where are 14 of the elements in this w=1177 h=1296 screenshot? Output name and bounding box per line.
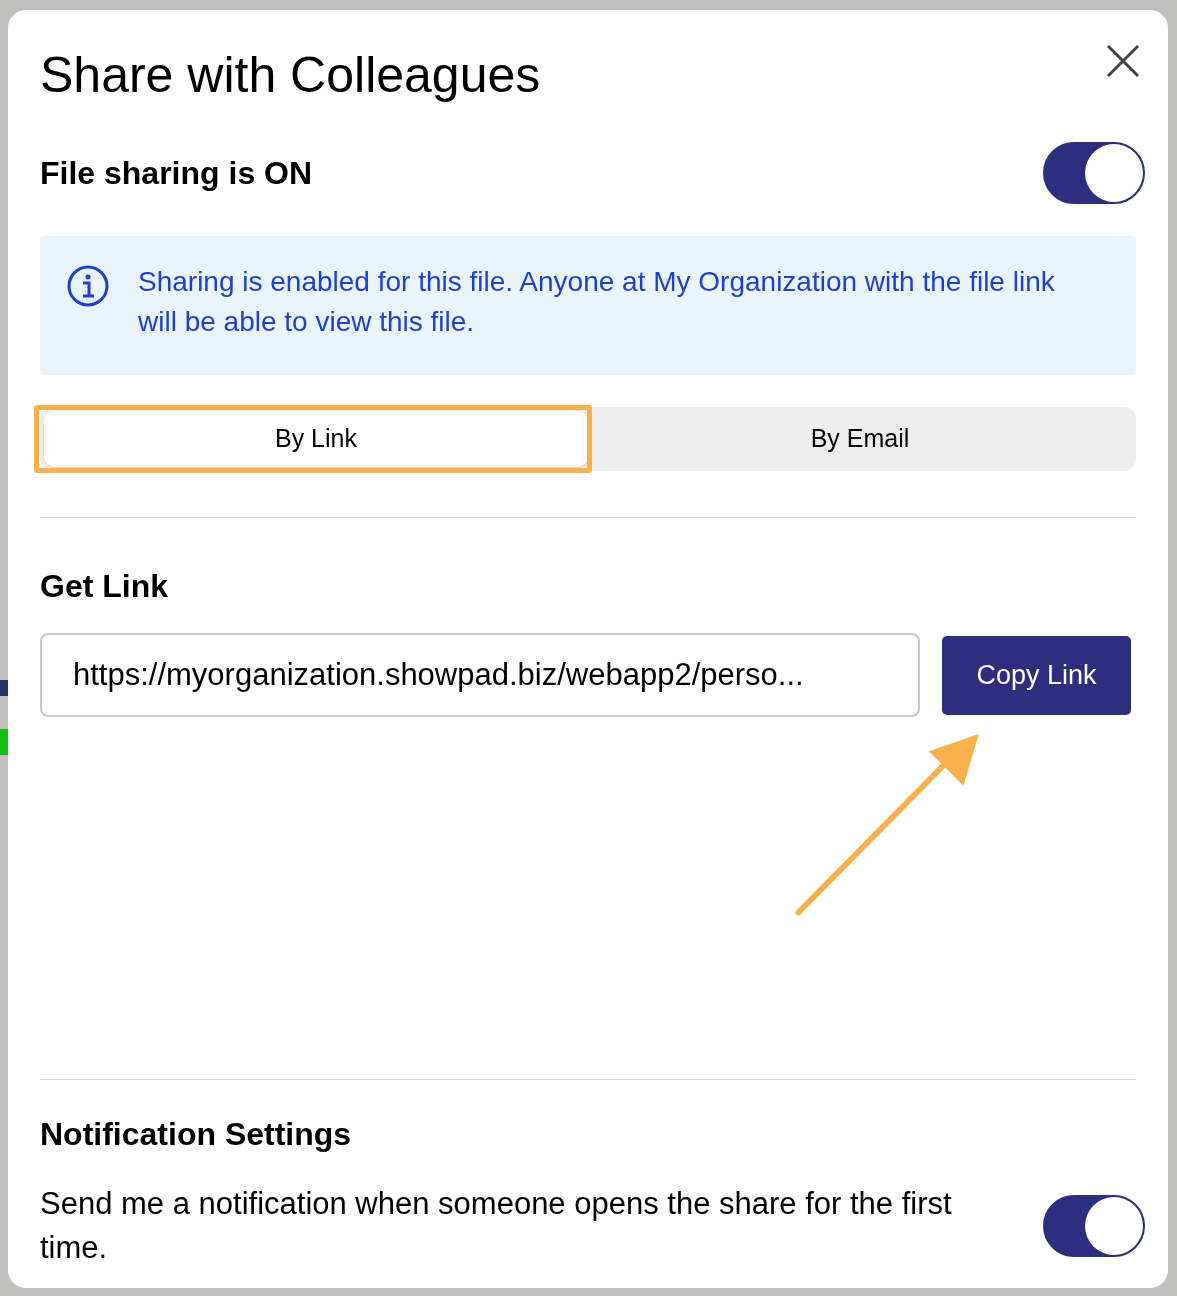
notification-text: Send me a notification when someone opens the share for the first time. <box>40 1185 953 1267</box>
dialog-title: Share with Colleagues <box>40 46 541 105</box>
section-heading: Notification Settings <box>40 1115 353 1154</box>
sharing-label: File sharing is ON <box>40 154 313 193</box>
backdrop-bar <box>0 729 8 755</box>
copy-link-button[interactable]: Copy Link <box>942 635 1131 715</box>
info-icon <box>66 264 110 308</box>
backdrop-bar <box>0 680 8 696</box>
section-heading: Get Link <box>40 567 169 606</box>
tab[interactable]: By Link <box>44 411 588 467</box>
tab[interactable]: By Email <box>588 411 1132 467</box>
close-icon[interactable] <box>1105 43 1141 79</box>
link-field[interactable]: https://myorganization.showpad.biz/webapp2/perso... <box>40 633 920 717</box>
info-text: Sharing is enabled for this file. Anyone at My Organization with the file link will be able to view this file. <box>138 265 1056 339</box>
